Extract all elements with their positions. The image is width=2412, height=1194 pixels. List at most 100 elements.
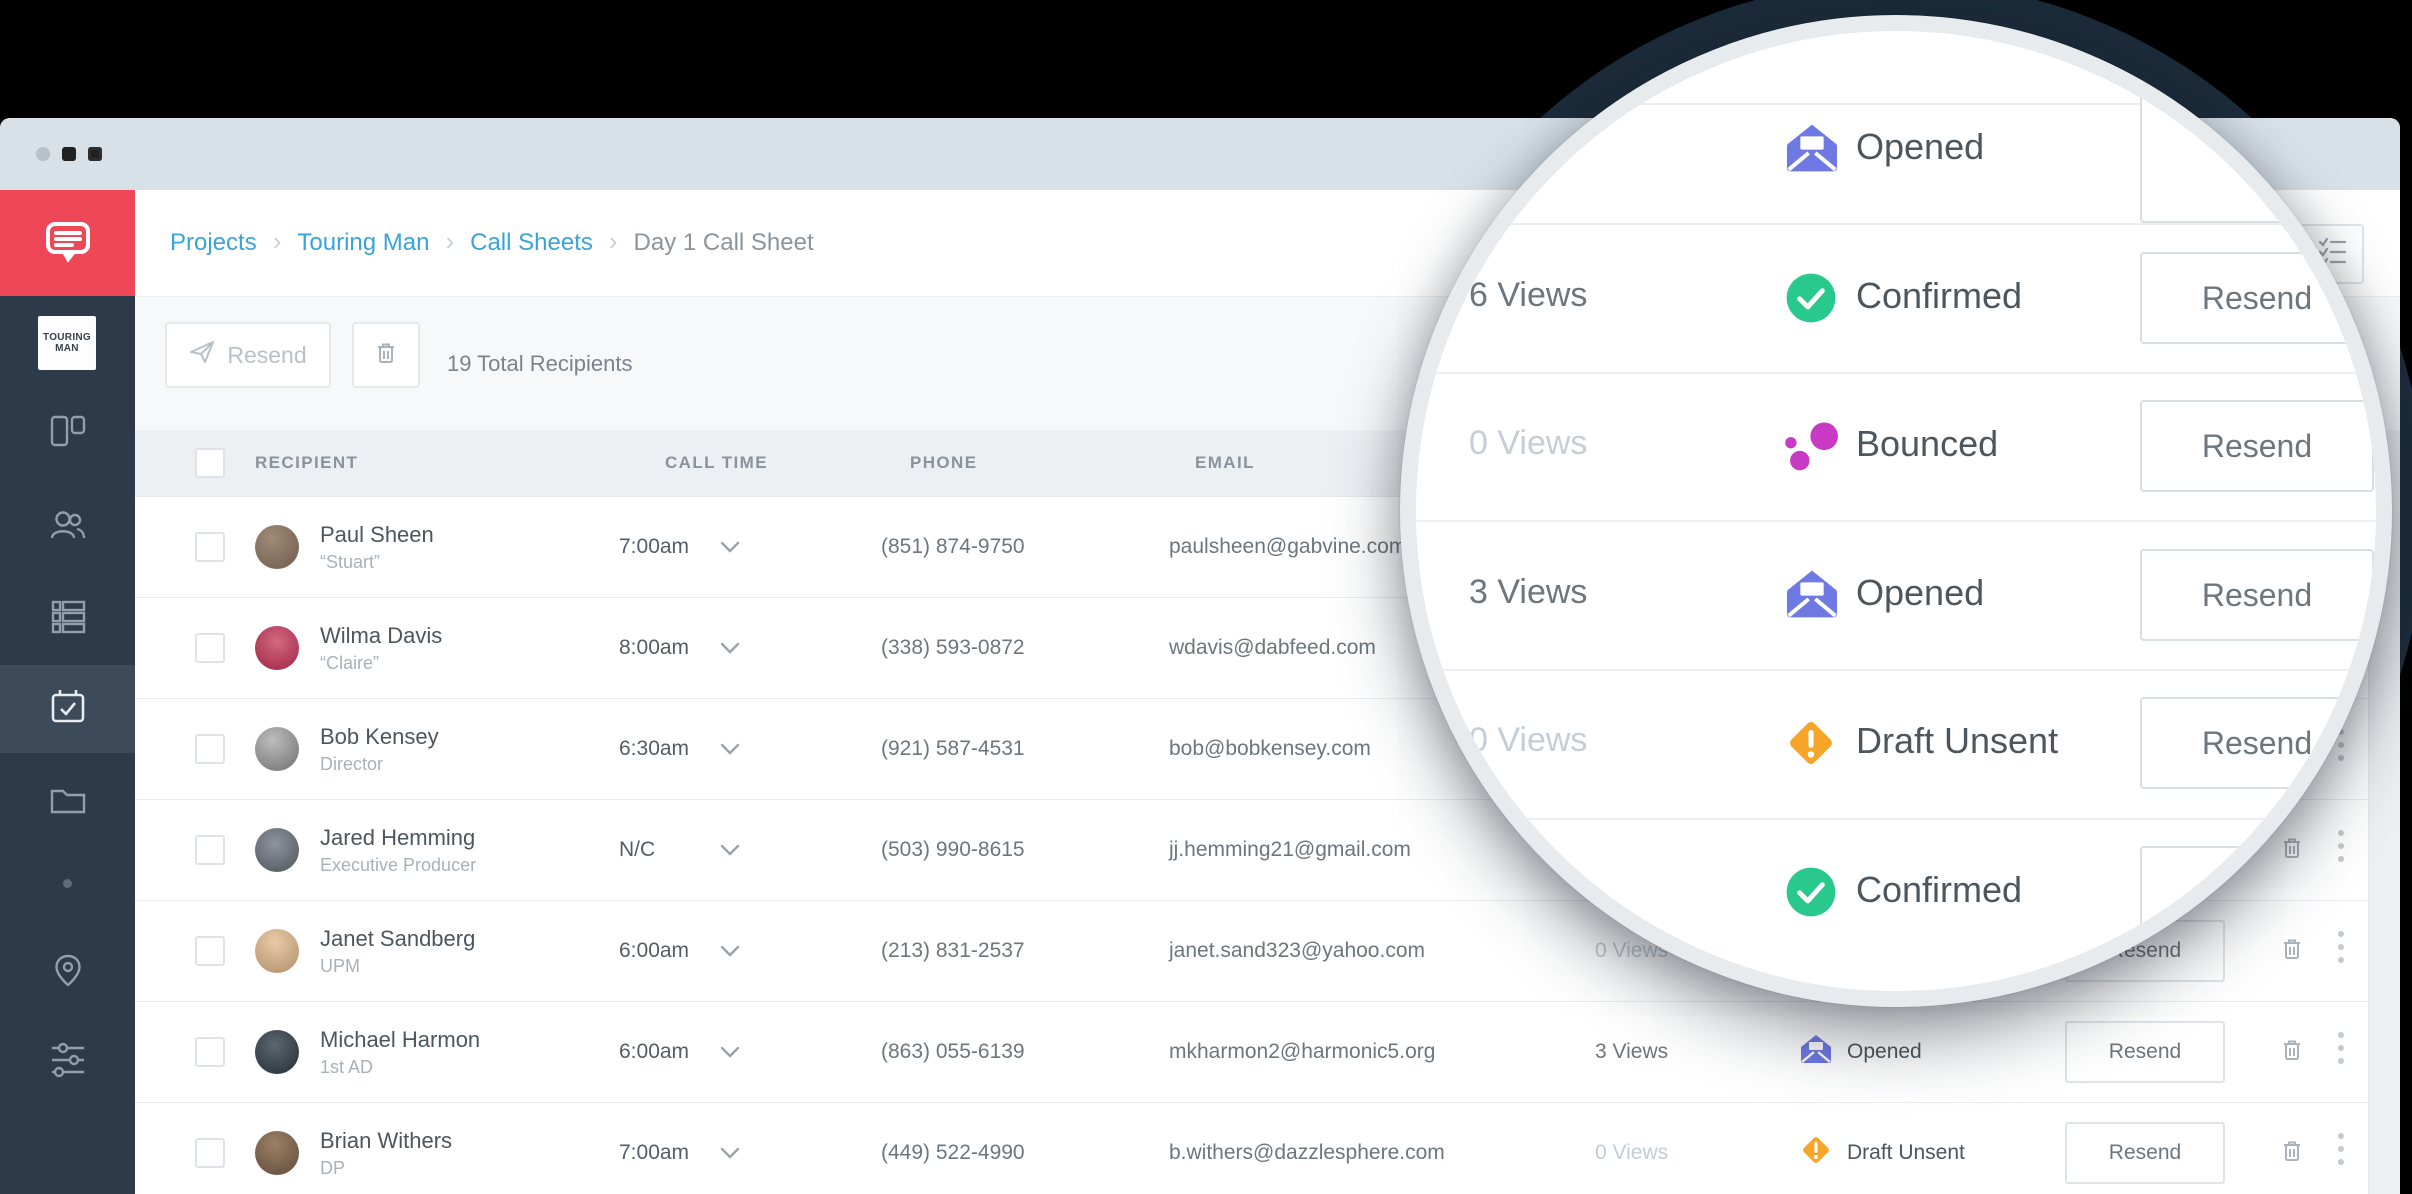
breadcrumb-project[interactable]: Touring Man (297, 229, 429, 257)
table-row: Brian WithersDP 7:00am (449) 522-4990 b.… (135, 1103, 2400, 1194)
resend-button[interactable]: Resend (2140, 252, 2374, 344)
recipient-role: “Stuart” (320, 552, 434, 573)
kebab-menu-icon[interactable] (2338, 1032, 2344, 1071)
select-all-checkbox[interactable] (195, 448, 225, 478)
breadcrumb-call-sheets[interactable]: Call Sheets (470, 229, 593, 257)
chevron-down-icon[interactable] (720, 944, 740, 962)
column-recipient[interactable]: RECIPIENT (255, 430, 358, 496)
breadcrumb: Projects › Touring Man › Call Sheets › D… (170, 190, 814, 296)
avatar (255, 626, 299, 670)
phone-value: (449) 522-4990 (881, 1141, 1025, 1165)
call-time-value: 6:00am (619, 939, 689, 963)
recipient-name: Wilma Davis (320, 623, 442, 649)
avatar (255, 828, 299, 872)
trash-icon (372, 339, 400, 372)
sidebar-item-boards[interactable] (0, 388, 135, 478)
lens-divider (1416, 669, 2376, 671)
resend-button[interactable]: Resend (2065, 1122, 2225, 1184)
recipient-name: Brian Withers (320, 1128, 452, 1154)
row-checkbox[interactable] (195, 835, 225, 865)
recipient-role: “Claire” (320, 653, 442, 674)
opened-status-icon (1785, 123, 1837, 175)
recipient-role: Director (320, 754, 439, 775)
row-checkbox[interactable] (195, 1037, 225, 1067)
row-checkbox[interactable] (195, 532, 225, 562)
row-checkbox[interactable] (195, 734, 225, 764)
location-pin-icon (46, 949, 90, 998)
resend-all-label: Resend (227, 342, 306, 369)
call-time-value: 6:30am (619, 737, 689, 761)
delete-button[interactable] (352, 322, 420, 388)
window-control-maximize[interactable] (88, 147, 102, 161)
breadcrumb-separator: › (445, 226, 454, 257)
trash-icon[interactable] (2278, 1036, 2306, 1069)
kebab-menu-icon[interactable] (2338, 1133, 2344, 1172)
status-label: Confirmed (1856, 869, 2022, 911)
chevron-down-icon[interactable] (720, 1045, 740, 1063)
row-checkbox[interactable] (195, 1138, 225, 1168)
resend-button[interactable]: Resend (2065, 1021, 2225, 1083)
shot-lists-icon (46, 595, 90, 644)
status-label: Confirmed (1856, 275, 2022, 317)
chevron-down-icon[interactable] (720, 742, 740, 760)
chevron-down-icon[interactable] (720, 843, 740, 861)
column-phone[interactable]: PHONE (910, 430, 977, 496)
chevron-down-icon[interactable] (720, 641, 740, 659)
chevron-down-icon[interactable] (720, 1146, 740, 1164)
window-control-close[interactable] (36, 147, 50, 161)
sidebar-item-call-sheets[interactable] (0, 664, 135, 754)
lens-divider (1416, 223, 2376, 225)
sidebar-item-more[interactable] (0, 838, 135, 928)
status-label: Draft Unsent (1847, 1141, 1965, 1165)
avatar (255, 1030, 299, 1074)
views-count: 0 Views (1469, 721, 1587, 760)
resend-button[interactable] (2140, 846, 2374, 938)
lens-divider (1416, 520, 2376, 522)
phone-value: (503) 990-8615 (881, 838, 1025, 862)
phone-value: (863) 055-6139 (881, 1040, 1025, 1064)
sidebar-project-thumbnail[interactable]: TOURING MAN (38, 316, 96, 370)
breadcrumb-separator: › (273, 226, 282, 257)
app-logo[interactable] (0, 190, 135, 296)
lens-divider (1416, 372, 2376, 374)
sidebar-item-files[interactable] (0, 757, 135, 847)
column-call-time[interactable]: CALL TIME (665, 430, 768, 496)
sidebar-item-settings[interactable] (0, 1017, 135, 1107)
email-value: bob@bobkensey.com (1169, 737, 1371, 761)
window-control-minimize[interactable] (62, 147, 76, 161)
status-label: Opened (1847, 1040, 1922, 1064)
chevron-down-icon[interactable] (720, 540, 740, 558)
phone-value: (851) 874-9750 (881, 535, 1025, 559)
resend-all-button[interactable]: Resend (165, 322, 331, 388)
resend-button[interactable]: Resend (2140, 549, 2374, 641)
breadcrumb-projects[interactable]: Projects (170, 229, 257, 257)
row-checkbox[interactable] (195, 633, 225, 663)
opened-status-icon (1800, 1034, 1832, 1070)
resend-button[interactable]: Resend (2140, 400, 2374, 492)
views-count: 0 Views (1595, 1141, 1668, 1165)
column-email[interactable]: EMAIL (1195, 430, 1255, 496)
sidebar-item-locations[interactable] (0, 928, 135, 1018)
email-value: mkharmon2@harmonic5.org (1169, 1040, 1435, 1064)
call-time-value: 8:00am (619, 636, 689, 660)
breadcrumb-current: Day 1 Call Sheet (634, 229, 814, 257)
phone-value: (921) 587-4531 (881, 737, 1025, 761)
row-checkbox[interactable] (195, 936, 225, 966)
draft-unsent-status-icon (1800, 1134, 1832, 1172)
status-label: Draft Unsent (1856, 720, 2058, 762)
total-recipients: 19 Total Recipients (447, 297, 633, 430)
bounced-status-icon (1785, 420, 1837, 472)
recipient-role: Executive Producer (320, 855, 476, 876)
resend-button[interactable]: Resend (2140, 697, 2374, 789)
magnifier-lens: Opened 6 Views Confirmed Resend 0 Views … (1400, 15, 2392, 1007)
sidebar-item-shot-lists[interactable] (0, 574, 135, 664)
speech-bubble-logo-icon (41, 217, 95, 270)
boards-icon (46, 409, 90, 458)
dot-icon (63, 879, 72, 888)
folder-icon (46, 778, 90, 827)
sidebar-item-contacts[interactable] (0, 483, 135, 573)
trash-icon[interactable] (2278, 1137, 2306, 1170)
resend-button[interactable] (2140, 91, 2374, 223)
call-time-value: 7:00am (619, 535, 689, 559)
paper-plane-icon (189, 339, 215, 371)
